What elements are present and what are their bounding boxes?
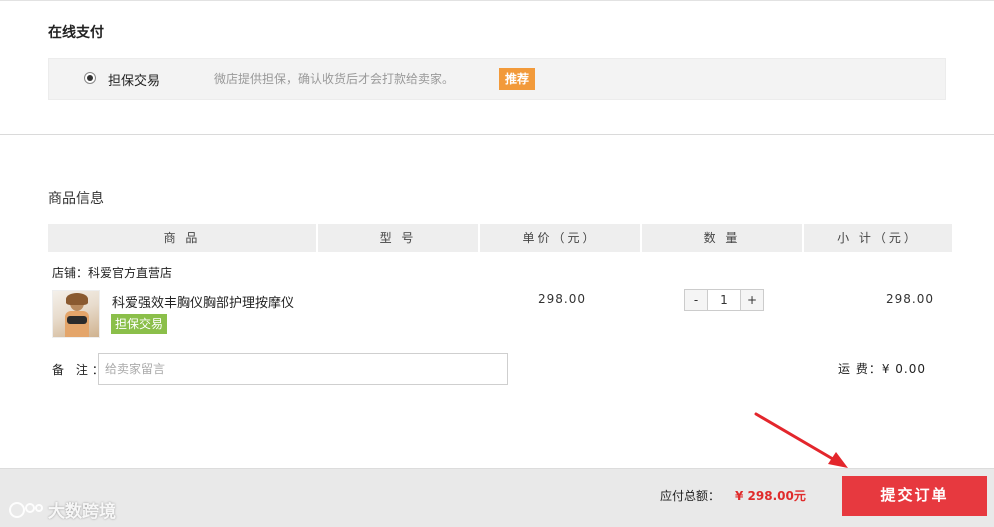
top-border (0, 0, 994, 1)
quantity-decrease-button[interactable]: - (684, 289, 708, 311)
quantity-stepper[interactable]: - 1 + (684, 289, 764, 311)
shipping-fee: 运 费：¥ 0.00 (838, 362, 926, 376)
watermark: 大数跨境 (8, 497, 116, 522)
quantity-increase-button[interactable]: + (740, 289, 764, 311)
column-header-product: 商 品 (48, 224, 318, 252)
payment-option-description: 微店提供担保，确认收货后才会打款给卖家。 (214, 72, 455, 86)
product-thumbnail[interactable] (52, 290, 100, 338)
unit-price-value: 298.00 (538, 292, 586, 306)
total-amount: ¥ 298.00元 (735, 489, 806, 503)
quantity-input[interactable]: 1 (708, 289, 740, 311)
remark-input[interactable] (98, 353, 508, 385)
radio-selected-icon[interactable] (84, 72, 96, 84)
payment-option-label[interactable]: 担保交易 (108, 70, 160, 89)
goods-section-title: 商品信息 (48, 191, 104, 207)
thumbnail-device (67, 316, 87, 324)
payment-option-box[interactable]: 担保交易 微店提供担保，确认收货后才会打款给卖家。 推荐 (48, 58, 946, 100)
watermark-logo-icon (9, 501, 43, 518)
section-divider (0, 134, 994, 135)
payment-section-title: 在线支付 (48, 25, 104, 41)
total-label: 应付总额： (660, 489, 721, 503)
column-header-quantity: 数 量 (642, 224, 804, 252)
thumbnail-figure-body (65, 311, 89, 337)
column-header-unit-price: 单价（元） (480, 224, 642, 252)
goods-table-header: 商 品 型 号 单价（元） 数 量 小 计（元） (48, 224, 952, 252)
column-header-model: 型 号 (318, 224, 480, 252)
column-header-subtotal: 小 计（元） (837, 231, 919, 245)
recommend-badge: 推荐 (499, 68, 536, 90)
watermark-text: 大数跨境 (48, 502, 116, 522)
thumbnail-figure-hair (66, 293, 88, 305)
product-name-link[interactable]: 科爱强效丰胸仪胸部护理按摩仪 (112, 292, 294, 311)
shop-name[interactable]: 店铺：科爱官方直营店 (52, 264, 172, 281)
subtotal-value: 298.00 (886, 292, 934, 306)
submit-order-button[interactable]: 提交订单 (842, 476, 987, 516)
escrow-tag: 担保交易 (111, 314, 168, 334)
